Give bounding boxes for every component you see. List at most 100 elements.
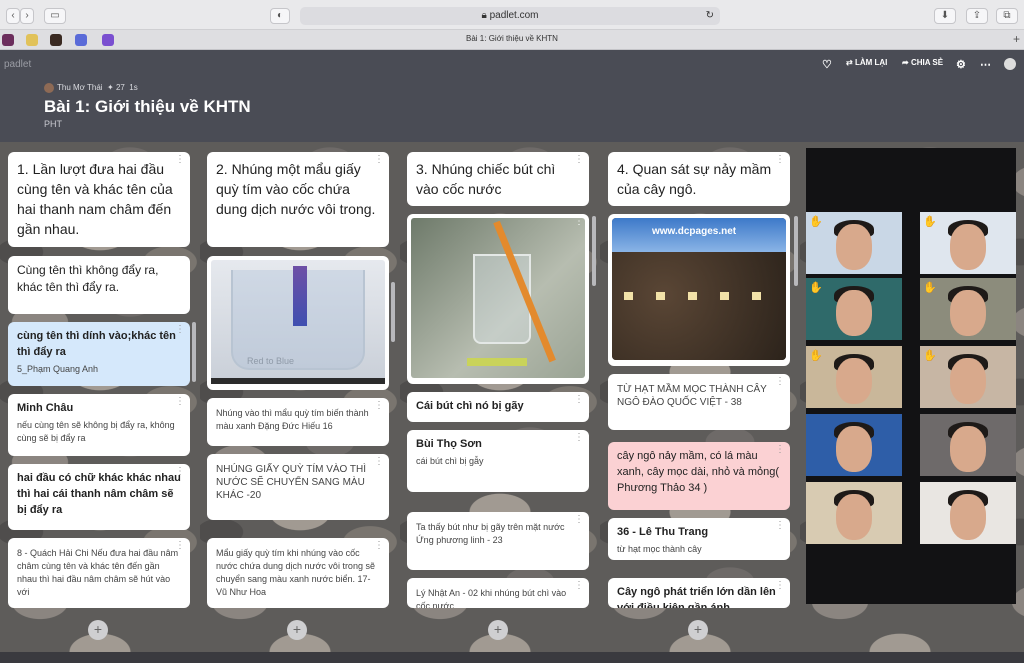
post-card[interactable]: TỪ HẠT MẦM MỌC THÀNH CÂY NGÔ ĐÀO QUỐC VI… — [608, 374, 790, 430]
author-line: Thu Mơ Thái ✦ 27 1s — [44, 83, 138, 93]
video-tile[interactable]: ✋ — [806, 278, 902, 340]
more-icon[interactable]: ⋮ — [775, 377, 785, 387]
post-card[interactable]: Cây ngô phát triển lớn dần lên với điều … — [608, 578, 790, 608]
share-button[interactable]: ➦ CHIA SẺ — [902, 58, 943, 67]
privacy-shield-icon[interactable]: ◐ — [270, 8, 290, 24]
post-card[interactable]: Cùng tên thì không đẩy ra, khác tên thì … — [8, 256, 190, 314]
post-title: Cái bút chì nó bị gãy — [416, 400, 524, 412]
participant-face — [836, 290, 872, 336]
more-icon[interactable]: ⋮ — [175, 467, 185, 477]
add-post-button[interactable]: + — [287, 620, 307, 640]
more-icon[interactable]: ⋮ — [574, 395, 584, 405]
share-icon[interactable]: ⇪ — [966, 8, 988, 24]
post-body: NHÚNG GIẤY QUỲ TÍM VÀO THÌ NƯỚC SẼ CHUYỂ… — [216, 464, 367, 501]
video-tile[interactable]: ✋ — [806, 212, 902, 274]
video-tile[interactable]: ✋ — [920, 346, 1016, 408]
more-icon[interactable]: ⋮ — [574, 217, 584, 227]
column-scrollbar[interactable] — [794, 216, 798, 286]
more-icon[interactable]: ⋮ — [574, 515, 584, 525]
video-tile[interactable]: ✋ — [920, 278, 1016, 340]
padlet-logo[interactable]: padlet — [4, 59, 31, 70]
column-heading: 2. Nhúng một mẩu giấy quỳ tím vào cốc ch… — [207, 152, 389, 247]
post-card[interactable]: Ta thấy bút như bị gãy trên mặt nước Ứng… — [407, 512, 589, 570]
browser-toolbar: ‹ › ▭ ◐ 🔒︎ padlet.com ↻ ⬇ ⇪ ⧉ — [0, 0, 1024, 30]
address-bar[interactable]: 🔒︎ padlet.com ↻ — [300, 7, 720, 25]
forward-icon[interactable]: › — [20, 8, 34, 24]
post-card[interactable]: hai đầu có chữ khác khác nhau thì hai cá… — [8, 464, 190, 530]
video-tile[interactable]: ✋ — [920, 212, 1016, 274]
post-card[interactable]: www.dcpages.net — [608, 214, 790, 366]
video-tile[interactable] — [806, 482, 902, 544]
column-heading: 4. Quan sát sự nảy mầm của cây ngô. ⋮ — [608, 152, 790, 206]
video-tile[interactable] — [806, 414, 902, 476]
add-post-button[interactable]: + — [488, 620, 508, 640]
remake-label: LÀM LẠI — [854, 58, 888, 67]
more-icon[interactable]: ⋮ — [175, 155, 185, 165]
post-body: cây ngô nảy mầm, có lá màu xanh, cây mọc… — [617, 450, 780, 494]
column-scrollbar[interactable] — [592, 216, 596, 286]
more-icon[interactable]: ⋯ — [980, 58, 991, 71]
more-icon[interactable]: ⋮ — [574, 155, 584, 165]
post-body: Lý Nhật An - 02 khi nhúng bút chì vào cố… — [416, 588, 567, 608]
remake-button[interactable]: ⇄ LÀM LẠI — [846, 58, 887, 67]
video-tile[interactable] — [920, 414, 1016, 476]
column-heading: 3. Nhúng chiếc bút chì vào cốc nước ⋮ — [407, 152, 589, 206]
post-card[interactable]: ⋮ — [407, 214, 589, 384]
participant-face — [950, 224, 986, 270]
post-body: 5_Phạm Quang Anh — [17, 364, 99, 374]
more-icon[interactable]: ⋮ — [374, 457, 384, 467]
heart-icon[interactable]: ♡ — [822, 58, 832, 71]
raised-hand-icon: ✋ — [923, 282, 937, 294]
post-card[interactable]: Red to Blue — [207, 256, 389, 390]
video-call-overlay: ✋ ✋ ✋ ✋ ✋ ✋ — [806, 148, 1016, 604]
active-tab[interactable]: Bài 1: Giới thiệu về KHTN — [0, 34, 1024, 43]
more-icon[interactable]: ⋮ — [775, 581, 785, 591]
gear-icon[interactable]: ⚙ — [956, 58, 966, 71]
post-card[interactable]: cây ngô nảy mầm, có lá màu xanh, cây mọc… — [608, 442, 790, 510]
more-icon[interactable]: ⋮ — [374, 155, 384, 165]
post-card[interactable]: NHÚNG GIẤY QUỲ TÍM VÀO THÌ NƯỚC SẼ CHUYỂ… — [207, 454, 389, 520]
post-card[interactable]: Mẩu giấy quỳ tím khi nhúng vào cốc nước … — [207, 538, 389, 608]
sidebar-toggle-icon[interactable]: ▭ — [44, 8, 66, 24]
post-card[interactable]: 8 - Quách Hải Chi Nếu đưa hai đầu nâm ch… — [8, 538, 190, 608]
seed-soil-image: www.dcpages.net — [612, 218, 786, 360]
column-heading-text: 1. Lần lượt đưa hai đầu cùng tên và khác… — [17, 161, 173, 237]
more-icon[interactable]: ⋮ — [175, 397, 185, 407]
more-icon[interactable]: ⋮ — [374, 401, 384, 411]
participant-face — [950, 494, 986, 540]
post-card[interactable]: 36 - Lê Thu Trang từ hạt mọc thành cây ⋮ — [608, 518, 790, 560]
more-icon[interactable]: ⋮ — [175, 541, 185, 551]
more-icon[interactable]: ⋮ — [374, 541, 384, 551]
add-post-button[interactable]: + — [688, 620, 708, 640]
more-icon[interactable]: ⋮ — [574, 581, 584, 591]
more-icon[interactable]: ⋮ — [775, 445, 785, 455]
user-avatar[interactable] — [1004, 58, 1016, 70]
more-icon[interactable]: ⋮ — [175, 325, 185, 335]
column-scrollbar[interactable] — [192, 322, 196, 382]
post-card[interactable]: Lý Nhật An - 02 khi nhúng bút chì vào cố… — [407, 578, 589, 608]
back-icon[interactable]: ‹ — [6, 8, 20, 24]
video-tile[interactable] — [920, 482, 1016, 544]
more-icon[interactable]: ⋮ — [775, 155, 785, 165]
raised-hand-icon: ✋ — [923, 216, 937, 228]
url-text: padlet.com — [489, 10, 539, 21]
more-icon[interactable]: ⋮ — [775, 521, 785, 531]
add-post-button[interactable]: + — [88, 620, 108, 640]
post-card[interactable]: Minh Châu nếu cùng tên sẽ không bị đẩy ra… — [8, 394, 190, 456]
post-card[interactable]: Nhúng vào thì mẩu quỳ tím biến thành màu… — [207, 398, 389, 446]
new-tab-icon[interactable]: + — [1013, 32, 1020, 46]
reload-icon[interactable]: ↻ — [706, 7, 714, 25]
video-tile[interactable]: ✋ — [806, 346, 902, 408]
post-body: Ta thấy bút như bị gãy trên mặt nước Ứng… — [416, 522, 565, 545]
tabs-overview-icon[interactable]: ⧉ — [996, 8, 1018, 24]
post-card[interactable]: cùng tên thì dính vào;khác tên thì đẩy r… — [8, 322, 190, 386]
column-scrollbar[interactable] — [391, 282, 395, 342]
post-card[interactable]: Cái bút chì nó bị gãy ⋮ — [407, 392, 589, 422]
post-title: Cây ngô phát triển lớn dần lên với điều … — [617, 586, 776, 608]
padlet-header: padlet Thu Mơ Thái ✦ 27 1s Bài 1: Giới t… — [0, 50, 1024, 142]
more-icon[interactable]: ⋮ — [574, 433, 584, 443]
post-title: Bùi Thọ Sơn — [416, 438, 482, 450]
download-icon[interactable]: ⬇ — [934, 8, 956, 24]
participant-face — [950, 358, 986, 404]
post-card[interactable]: Bùi Thọ Sơn cái bút chì bị gẫy ⋮ — [407, 430, 589, 492]
